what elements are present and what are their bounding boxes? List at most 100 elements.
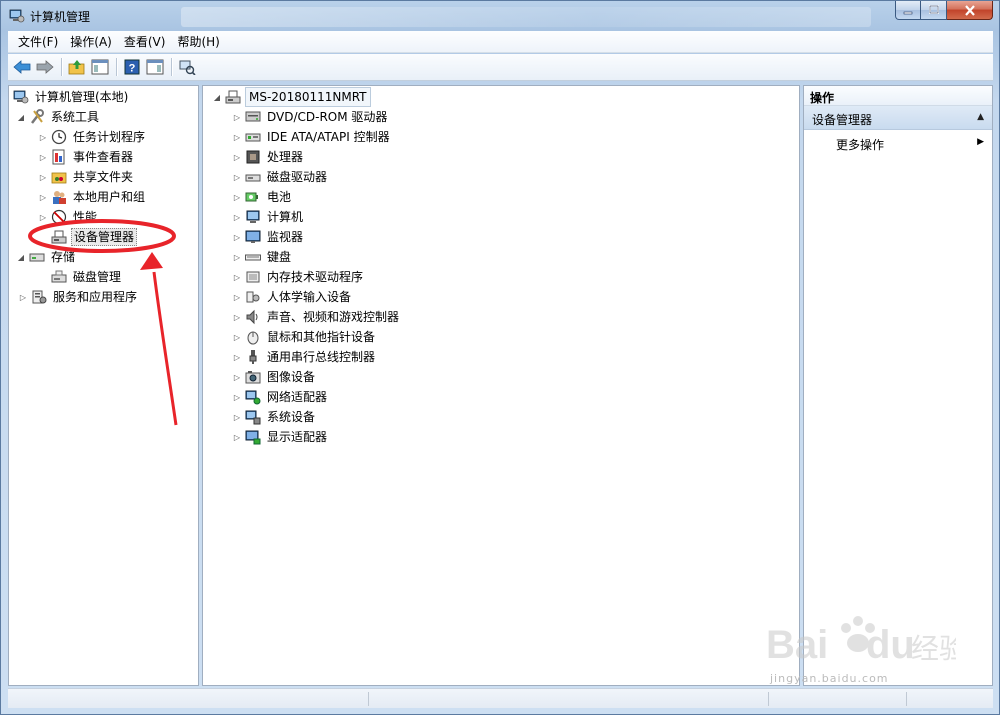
network-adapter-icon xyxy=(245,390,261,405)
toolbar-separator xyxy=(61,58,62,76)
collapse-arrow-icon[interactable]: ▲ xyxy=(977,112,984,122)
users-icon xyxy=(53,191,66,204)
menu-file[interactable]: 文件(F) xyxy=(12,32,64,52)
device-category-battery[interactable]: ▷ 电池 xyxy=(231,187,293,207)
minimize-icon xyxy=(903,11,913,15)
ide-controller-icon xyxy=(245,133,261,142)
menu-view[interactable]: 查看(V) xyxy=(118,32,172,52)
collapsed-arrow-icon[interactable]: ▷ xyxy=(231,411,243,423)
tree-item-event-viewer[interactable]: ▷ 事件查看器 xyxy=(37,147,135,167)
device-category-hid[interactable]: ▷ 人体学输入设备 xyxy=(231,287,353,307)
console-tree-pane: 计算机管理(本地) ◢ 系统工具 ▷ 任务计划程序 ▷ 事件查看器 ▷ 共享文件… xyxy=(8,85,199,686)
close-icon xyxy=(964,4,975,16)
device-category-dvd-drive[interactable]: ▷ DVD/CD-ROM 驱动器 xyxy=(231,107,389,127)
maximize-button[interactable] xyxy=(921,1,947,20)
device-tree-root[interactable]: ◢ MS-20180111NMRT xyxy=(211,87,371,107)
dvd-drive-icon xyxy=(245,111,261,122)
up-level-button[interactable] xyxy=(66,56,88,78)
device-category-label: 磁盘驱动器 xyxy=(267,170,328,184)
collapsed-arrow-icon[interactable]: ▷ xyxy=(231,431,243,443)
tree-item-system-tools[interactable]: ◢ 系统工具 xyxy=(15,107,101,127)
collapsed-arrow-icon[interactable]: ▷ xyxy=(37,191,49,203)
help-button[interactable]: ? xyxy=(121,56,143,78)
device-category-monitor[interactable]: ▷ 监视器 xyxy=(231,227,305,247)
tree-item-task-scheduler[interactable]: ▷ 任务计划程序 xyxy=(37,127,147,147)
actions-pane: 操作 设备管理器 ▲ 更多操作 ▶ xyxy=(803,85,993,686)
title-bar-background xyxy=(181,7,871,27)
back-button[interactable] xyxy=(11,56,33,78)
close-button[interactable] xyxy=(947,1,993,20)
mouse-icon xyxy=(247,331,259,345)
tree-item-services-applications[interactable]: ▷ 服务和应用程序 xyxy=(17,287,139,307)
collapsed-arrow-icon[interactable]: ▷ xyxy=(37,131,49,143)
svg-text:du: du xyxy=(866,623,915,667)
device-category-display-adapter[interactable]: ▷ 显示适配器 xyxy=(231,427,329,447)
collapsed-arrow-icon[interactable]: ▷ xyxy=(231,171,243,183)
collapsed-arrow-icon[interactable]: ▷ xyxy=(37,171,49,183)
device-category-network-adapter[interactable]: ▷ 网络适配器 xyxy=(231,387,329,407)
tree-item-root[interactable]: 计算机管理(本地) xyxy=(13,87,130,107)
collapsed-arrow-icon[interactable]: ▷ xyxy=(231,191,243,203)
device-category-mouse[interactable]: ▷ 鼠标和其他指针设备 xyxy=(231,327,377,347)
toolbar-separator xyxy=(116,58,117,76)
device-category-usb-controller[interactable]: ▷ 通用串行总线控制器 xyxy=(231,347,377,367)
collapsed-arrow-icon[interactable]: ▷ xyxy=(37,211,49,223)
collapsed-arrow-icon[interactable]: ▷ xyxy=(231,151,243,163)
collapsed-arrow-icon[interactable]: ▷ xyxy=(231,111,243,123)
properties-button[interactable] xyxy=(176,56,198,78)
svg-text:Bai: Bai xyxy=(766,623,828,667)
collapsed-arrow-icon[interactable]: ▷ xyxy=(231,391,243,403)
tree-item-shared-folders[interactable]: ▷ 共享文件夹 xyxy=(37,167,135,187)
collapsed-arrow-icon[interactable]: ▷ xyxy=(37,151,49,163)
menu-action[interactable]: 操作(A) xyxy=(64,32,118,52)
services-icon xyxy=(32,290,47,304)
device-category-processor[interactable]: ▷ 处理器 xyxy=(231,147,305,167)
forward-button[interactable] xyxy=(34,56,56,78)
device-category-label: 人体学输入设备 xyxy=(267,290,352,304)
collapsed-arrow-icon[interactable]: ▷ xyxy=(231,271,243,283)
tree-label: 共享文件夹 xyxy=(73,170,134,184)
show-hide-action-pane-button[interactable] xyxy=(144,56,166,78)
expanded-arrow-icon[interactable]: ◢ xyxy=(15,111,27,123)
menu-help[interactable]: 帮助(H) xyxy=(171,32,225,52)
collapsed-arrow-icon[interactable]: ▷ xyxy=(231,231,243,243)
tools-icon xyxy=(31,109,44,124)
device-category-computer[interactable]: ▷ 计算机 xyxy=(231,207,305,227)
title-bar[interactable]: 计算机管理 xyxy=(1,1,999,31)
minimize-button[interactable] xyxy=(895,1,921,20)
tree-item-device-manager[interactable]: 设备管理器 xyxy=(51,227,138,247)
collapsed-arrow-icon[interactable]: ▷ xyxy=(231,131,243,143)
tree-item-storage[interactable]: ◢ 存储 xyxy=(15,247,77,267)
expanded-arrow-icon[interactable]: ◢ xyxy=(211,91,223,103)
actions-section-device-manager[interactable]: 设备管理器 ▲ xyxy=(804,106,992,130)
tree-item-disk-management[interactable]: 磁盘管理 xyxy=(51,267,123,287)
device-category-disk-drive[interactable]: ▷ 磁盘驱动器 xyxy=(231,167,329,187)
monitor-icon xyxy=(245,230,261,243)
svg-text:?: ? xyxy=(129,63,136,75)
device-category-system-device[interactable]: ▷ 系统设备 xyxy=(231,407,317,427)
device-category-sound-video-game[interactable]: ▷ 声音、视频和游戏控制器 xyxy=(231,307,401,327)
device-category-label: IDE ATA/ATAPI 控制器 xyxy=(267,130,390,144)
tree-item-performance[interactable]: ▷ 性能 xyxy=(37,207,99,227)
more-actions-link[interactable]: 更多操作 xyxy=(836,136,884,153)
tree-item-local-users[interactable]: ▷ 本地用户和组 xyxy=(37,187,147,207)
collapsed-arrow-icon[interactable]: ▷ xyxy=(231,211,243,223)
device-category-memory-driver[interactable]: ▷ 内存技术驱动程序 xyxy=(231,267,365,287)
device-category-keyboard[interactable]: ▷ 键盘 xyxy=(231,247,293,267)
collapsed-arrow-icon[interactable]: ▷ xyxy=(231,311,243,323)
collapsed-arrow-icon[interactable]: ▷ xyxy=(231,251,243,263)
collapsed-arrow-icon[interactable]: ▷ xyxy=(231,291,243,303)
keyboard-icon xyxy=(245,254,261,261)
expanded-arrow-icon[interactable]: ◢ xyxy=(15,251,27,263)
collapsed-arrow-icon[interactable]: ▷ xyxy=(231,331,243,343)
collapsed-arrow-icon[interactable]: ▷ xyxy=(17,291,29,303)
device-category-label: 图像设备 xyxy=(267,370,316,384)
computer-icon xyxy=(246,210,260,223)
device-category-imaging-device[interactable]: ▷ 图像设备 xyxy=(231,367,317,387)
device-category-ide-controller[interactable]: ▷ IDE ATA/ATAPI 控制器 xyxy=(231,127,392,147)
collapsed-arrow-icon[interactable]: ▷ xyxy=(231,351,243,363)
imaging-device-icon xyxy=(245,371,261,384)
collapsed-arrow-icon[interactable]: ▷ xyxy=(231,371,243,383)
show-hide-tree-button[interactable] xyxy=(89,56,111,78)
toolbar: ? xyxy=(8,54,993,81)
